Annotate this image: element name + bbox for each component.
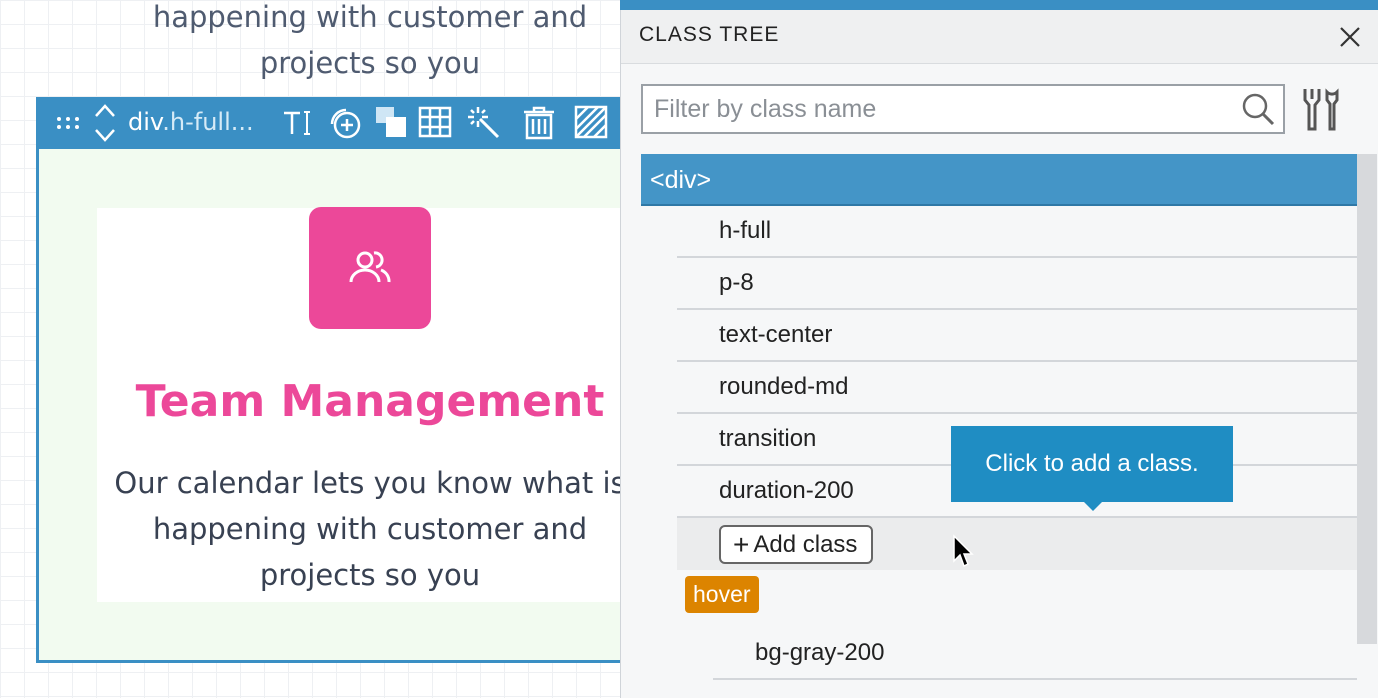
feature-icon-box bbox=[309, 207, 431, 329]
tooltip: Click to add a class. bbox=[951, 426, 1233, 511]
search-icon[interactable] bbox=[1241, 92, 1275, 126]
filter-input[interactable] bbox=[641, 84, 1285, 134]
element-toolbar: div.h-full... bbox=[36, 97, 636, 149]
tools-icon[interactable] bbox=[1299, 86, 1343, 132]
scrollbar[interactable] bbox=[1357, 154, 1377, 644]
class-item[interactable]: p-8 bbox=[677, 258, 1357, 310]
add-class-row: + Add class bbox=[677, 518, 1357, 570]
hover-class-item[interactable]: bg-gray-200 bbox=[713, 628, 1357, 680]
grid-icon[interactable] bbox=[418, 105, 452, 139]
element-label[interactable]: div.h-full... bbox=[128, 105, 254, 139]
class-item[interactable]: rounded-md bbox=[677, 362, 1357, 414]
plus-icon: + bbox=[733, 528, 750, 560]
layers-icon[interactable] bbox=[374, 105, 408, 139]
card-body-line: Our calendar lets you know what is bbox=[114, 466, 626, 500]
add-element-icon[interactable] bbox=[328, 105, 362, 141]
panel-top-bar bbox=[620, 0, 1378, 10]
hatch-pattern-icon[interactable] bbox=[574, 105, 608, 139]
canvas-text-line: projects so you bbox=[259, 46, 481, 80]
move-up-down-icon[interactable] bbox=[92, 101, 118, 145]
close-icon[interactable] bbox=[1336, 23, 1364, 51]
element-tag: div bbox=[128, 108, 163, 136]
trash-icon[interactable] bbox=[522, 105, 556, 141]
element-class: .h-full... bbox=[162, 108, 254, 136]
text-edit-icon[interactable] bbox=[282, 107, 312, 139]
panel-title: CLASS TREE bbox=[639, 23, 780, 46]
drag-handle-icon[interactable] bbox=[54, 111, 82, 135]
panel-header: CLASS TREE bbox=[621, 10, 1378, 64]
card-body-line: projects so you bbox=[259, 558, 481, 592]
users-icon bbox=[349, 251, 391, 283]
canvas-text-line: happening with customer and bbox=[152, 0, 588, 34]
add-class-label: Add class bbox=[753, 530, 858, 558]
mouse-cursor-icon bbox=[952, 534, 974, 570]
canvas-text-top: happening with customer and projects so … bbox=[100, 0, 640, 86]
card-body-line: happening with customer and bbox=[152, 512, 588, 546]
tree-root-node[interactable]: <div> bbox=[641, 154, 1357, 206]
card-title: Team Management bbox=[135, 376, 605, 427]
class-item[interactable]: text-center bbox=[677, 310, 1357, 362]
add-class-button[interactable]: + Add class bbox=[719, 525, 874, 564]
hover-state-badge[interactable]: hover bbox=[685, 576, 759, 613]
card-body: Our calendar lets you know what is happe… bbox=[100, 460, 640, 598]
class-item[interactable]: h-full bbox=[677, 206, 1357, 258]
class-tree-panel: CLASS TREE <div> h-full p-8 text-center … bbox=[620, 10, 1378, 698]
magic-wand-icon[interactable] bbox=[466, 105, 500, 139]
